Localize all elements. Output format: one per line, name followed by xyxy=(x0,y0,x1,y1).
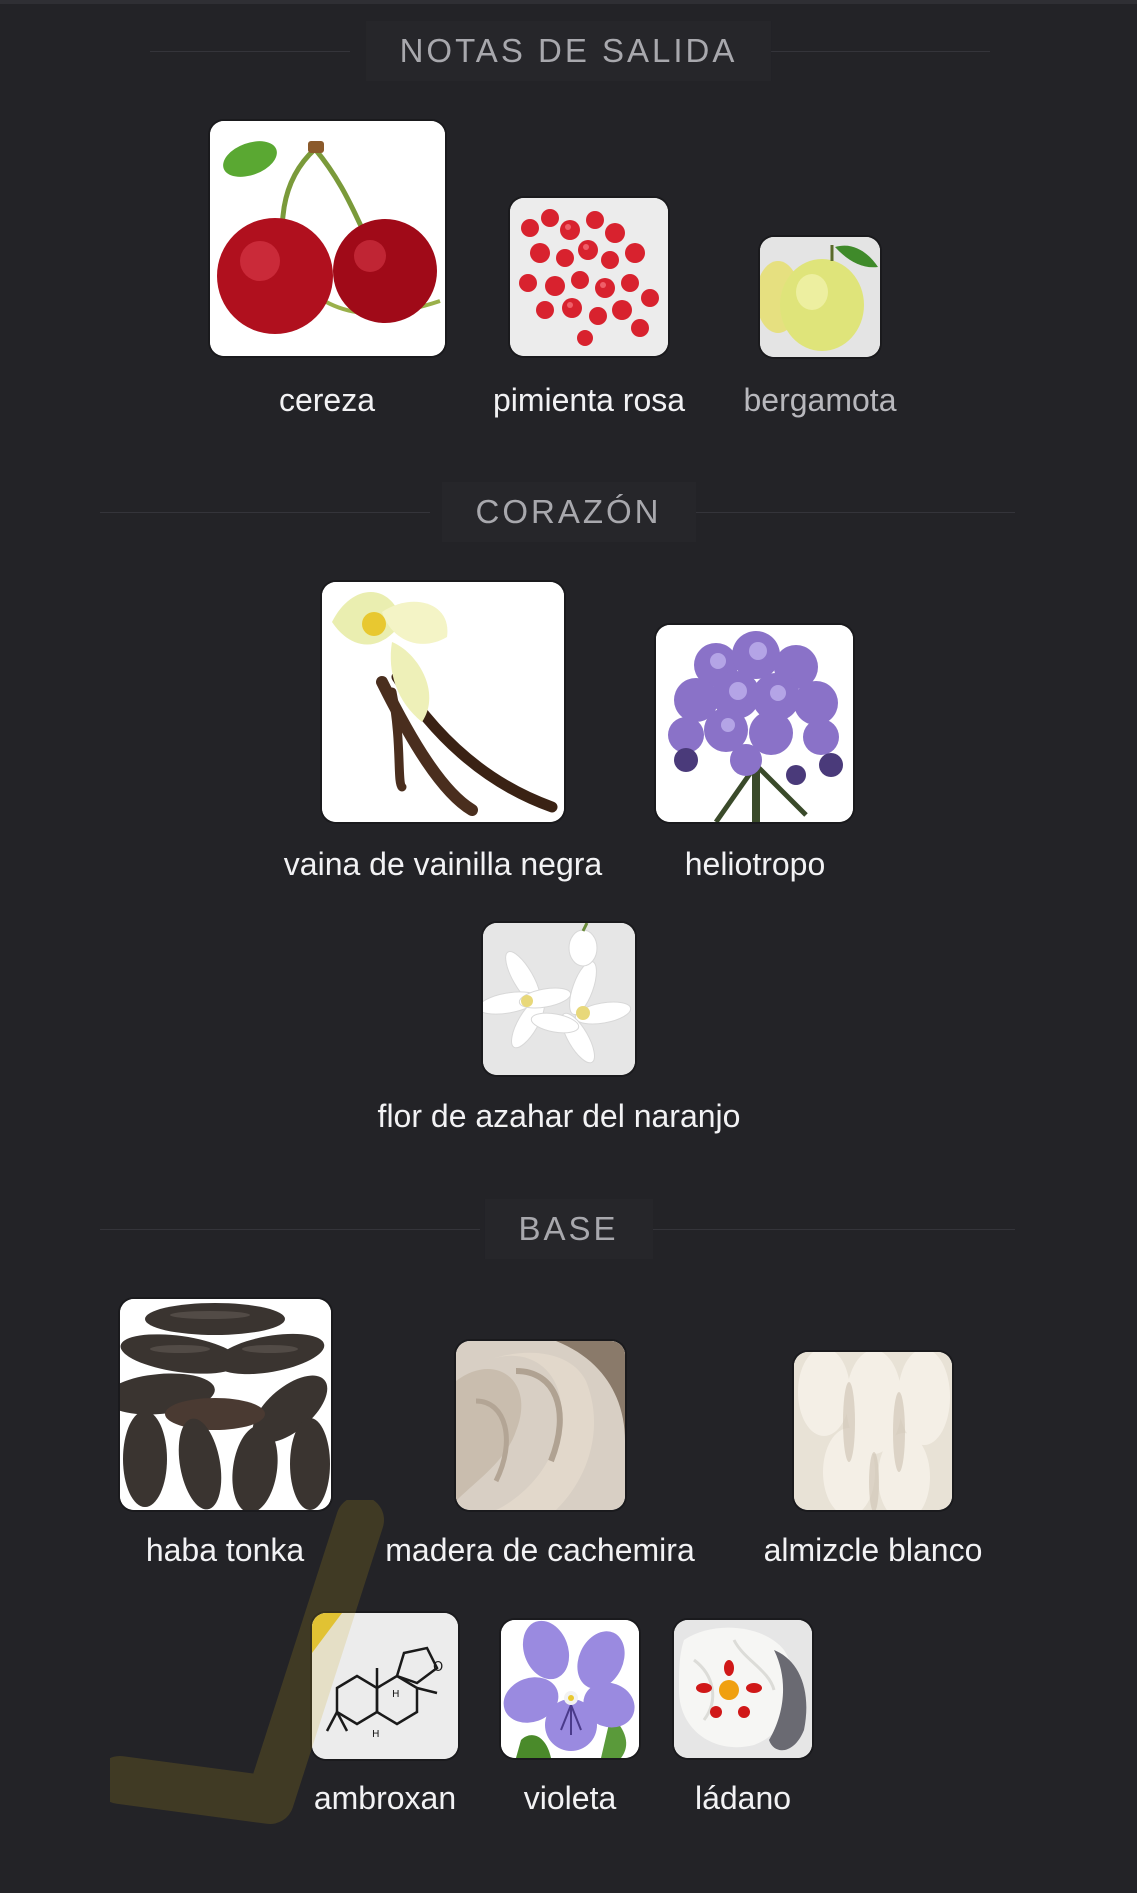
note-label: vaina de vainilla negra xyxy=(283,846,603,882)
note-label: pimienta rosa xyxy=(492,382,686,418)
bergamot-image xyxy=(760,237,880,357)
divider-right xyxy=(645,1229,1015,1230)
section-header-heart: CORAZÓN xyxy=(0,482,1137,542)
note-label: haba tonka xyxy=(145,1532,305,1568)
svg-text:H: H xyxy=(372,1729,380,1740)
svg-text:O: O xyxy=(433,1660,443,1675)
note-label: ládano xyxy=(694,1780,792,1816)
divider-left xyxy=(150,51,350,52)
section-title: BASE xyxy=(484,1199,653,1259)
divider-right xyxy=(695,512,1015,513)
tonka-bean-image xyxy=(120,1299,331,1510)
orange-blossom-image xyxy=(483,923,635,1075)
white-musk-image xyxy=(794,1352,952,1510)
svg-text:H: H xyxy=(392,1689,400,1700)
pink-pepper-image xyxy=(510,198,668,356)
note-label: violeta xyxy=(523,1780,617,1816)
section-title: CORAZÓN xyxy=(441,482,696,542)
note-label: almizcle blanco xyxy=(763,1532,983,1568)
divider-left xyxy=(100,512,430,513)
note-label: heliotropo xyxy=(684,846,826,882)
section-header-top-notes: NOTAS DE SALIDA xyxy=(0,21,1137,81)
section-title: NOTAS DE SALIDA xyxy=(365,21,772,81)
note-label: ambroxan xyxy=(313,1780,457,1816)
section-header-base: BASE xyxy=(0,1199,1137,1259)
labdanum-image xyxy=(674,1620,812,1758)
vanilla-image xyxy=(322,582,564,822)
cherry-image xyxy=(210,121,445,356)
divider-right xyxy=(770,51,990,52)
violet-image xyxy=(501,1620,639,1758)
divider-left xyxy=(100,1229,480,1230)
ambroxan-molecule-image: O H H xyxy=(312,1613,458,1759)
heliotrope-image xyxy=(656,625,853,822)
note-label: madera de cachemira xyxy=(385,1532,695,1568)
note-label: bergamota xyxy=(743,382,897,418)
top-border xyxy=(0,0,1137,4)
note-label: flor de azahar del naranjo xyxy=(377,1098,741,1134)
note-label: cereza xyxy=(278,382,376,418)
cashmere-wood-image xyxy=(456,1341,625,1510)
